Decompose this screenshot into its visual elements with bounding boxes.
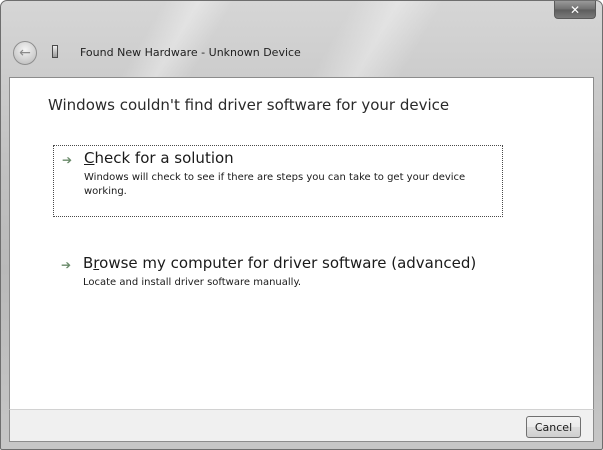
footer-bar: Cancel [9, 409, 594, 442]
glass-highlight [117, 1, 235, 81]
option-title-rest: owse my computer for driver software (ad… [99, 254, 477, 272]
back-arrow-icon: ← [19, 44, 31, 61]
option-title: Browse my computer for driver software (… [83, 254, 476, 272]
cancel-button[interactable]: Cancel [526, 416, 581, 438]
option-title-rest: heck for a solution [94, 149, 234, 167]
green-arrow-icon: ➔ [59, 258, 73, 272]
browse-computer-option[interactable]: ➔ Browse my computer for driver software… [53, 251, 503, 295]
close-button[interactable]: ✕ [554, 1, 596, 19]
option-description: Windows will check to see if there are s… [84, 172, 466, 197]
page-heading: Windows couldn't find driver software fo… [48, 96, 450, 114]
window-title: Found New Hardware - Unknown Device [80, 46, 301, 59]
option-title: Check for a solution [84, 149, 234, 167]
content-panel: Windows couldn't find driver software fo… [9, 77, 594, 409]
option-title-first: B [83, 254, 94, 272]
green-arrow-icon: ➔ [60, 153, 74, 167]
accelerator-key: C [84, 149, 95, 167]
usb-device-icon [52, 45, 58, 58]
back-button[interactable]: ← [13, 41, 37, 65]
close-icon: ✕ [569, 2, 581, 17]
glass-highlight [307, 1, 445, 81]
option-description: Locate and install driver software manua… [83, 277, 302, 288]
wizard-window: ✕ ← Found New Hardware - Unknown Device … [0, 0, 603, 450]
check-for-solution-option[interactable]: ➔ Check for a solution Windows will chec… [53, 145, 503, 217]
